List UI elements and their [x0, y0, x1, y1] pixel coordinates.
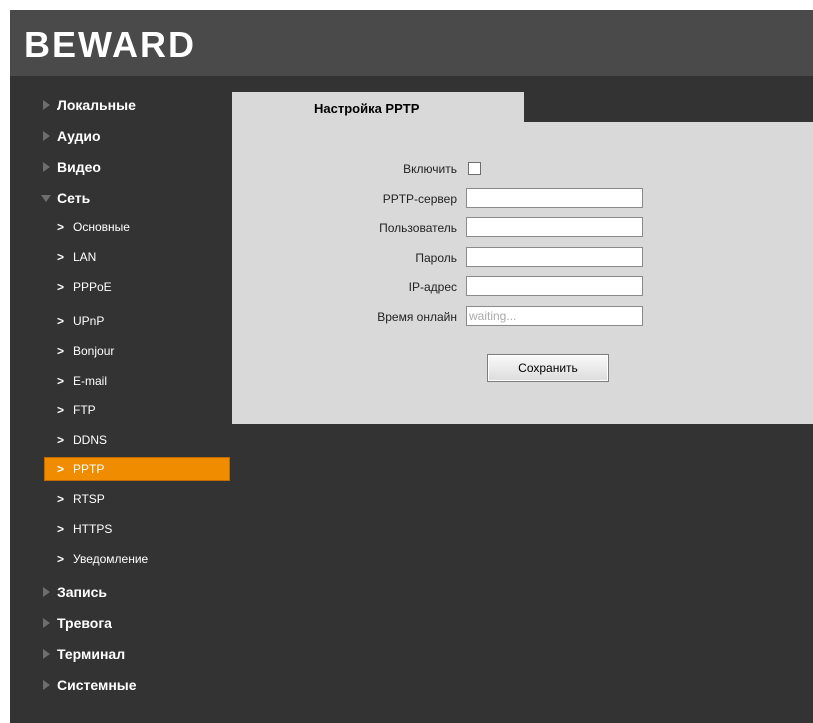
sidebar-item-label: FTP	[73, 403, 96, 417]
sidebar-item-lan[interactable]: > LAN	[44, 244, 230, 270]
menu-audio[interactable]: Аудио	[10, 123, 232, 149]
collapsed-arrow-icon	[43, 162, 50, 172]
menu-label: Сеть	[57, 190, 91, 206]
sidebar-item-pptp[interactable]: > PPTP	[44, 457, 230, 481]
expanded-arrow-icon	[41, 195, 51, 202]
collapsed-arrow-icon	[43, 587, 50, 597]
user-row: Пользователь	[232, 217, 813, 239]
chevron-right-icon: >	[57, 403, 65, 417]
sidebar-item-label: Основные	[73, 220, 130, 234]
online-time-label: Время онлайн	[377, 310, 457, 324]
collapsed-arrow-icon	[43, 649, 50, 659]
ip-input[interactable]	[466, 276, 643, 296]
menu-label: Тревога	[57, 615, 112, 631]
svg-text:BEWARD: BEWARD	[24, 24, 196, 65]
sidebar-item-label: DDNS	[73, 433, 108, 447]
server-row: PPTP-сервер	[232, 188, 813, 210]
ip-row: IP-адрес	[232, 276, 813, 298]
menu-record[interactable]: Запись	[10, 579, 232, 605]
app-window: BEWARD Локальные Аудио Видео Сеть > Осно…	[10, 10, 813, 723]
menu-label: Терминал	[57, 646, 126, 662]
user-input[interactable]	[466, 217, 643, 237]
password-input[interactable]	[466, 247, 643, 267]
collapsed-arrow-icon	[43, 680, 50, 690]
menu-system[interactable]: Системные	[10, 672, 232, 698]
menu-video[interactable]: Видео	[10, 154, 232, 180]
sidebar-item-email[interactable]: > E-mail	[44, 368, 230, 394]
sidebar-item-https[interactable]: > HTTPS	[44, 516, 230, 542]
tab-label: Настройка PPTP	[314, 101, 420, 116]
chevron-right-icon: >	[57, 552, 65, 566]
server-label: PPTP-сервер	[382, 192, 457, 206]
chevron-right-icon: >	[57, 280, 65, 294]
chevron-right-icon: >	[57, 433, 65, 447]
tab-pptp-settings[interactable]: Настройка PPTP	[232, 92, 524, 126]
menu-terminal[interactable]: Терминал	[10, 641, 232, 667]
server-input[interactable]	[466, 188, 643, 208]
sidebar-item-basic[interactable]: > Основные	[44, 214, 230, 240]
enable-checkbox[interactable]	[468, 162, 481, 175]
collapsed-arrow-icon	[43, 131, 50, 141]
sidebar-item-label: E-mail	[73, 374, 108, 388]
chevron-right-icon: >	[57, 250, 65, 264]
password-row: Пароль	[232, 247, 813, 269]
sidebar-item-pppoe[interactable]: > PPPoE	[44, 274, 230, 300]
enable-row: Включить	[232, 158, 813, 180]
header-bar: BEWARD	[10, 10, 813, 76]
chevron-right-icon: >	[57, 314, 65, 328]
sidebar-item-ftp[interactable]: > FTP	[44, 397, 230, 423]
beward-logo: BEWARD	[24, 14, 204, 70]
sidebar-item-ddns[interactable]: > DDNS	[44, 427, 230, 453]
collapsed-arrow-icon	[43, 618, 50, 628]
sidebar-item-label: UPnP	[73, 314, 105, 328]
chevron-right-icon: >	[57, 492, 65, 506]
menu-label: Запись	[57, 584, 108, 600]
sidebar-item-label: RTSP	[73, 492, 105, 506]
save-button[interactable]: Сохранить	[487, 354, 609, 382]
chevron-right-icon: >	[57, 220, 65, 234]
sidebar-item-rtsp[interactable]: > RTSP	[44, 486, 230, 512]
online-time-row: Время онлайн	[232, 306, 813, 328]
user-label: Пользователь	[379, 221, 457, 235]
chevron-right-icon: >	[57, 462, 65, 476]
sidebar-item-label: PPPoE	[73, 280, 112, 294]
chevron-right-icon: >	[57, 374, 65, 388]
ip-label: IP-адрес	[408, 280, 457, 294]
menu-label: Локальные	[57, 97, 136, 113]
menu-label: Аудио	[57, 128, 101, 144]
sidebar-item-upnp[interactable]: > UPnP	[44, 308, 230, 334]
collapsed-arrow-icon	[43, 100, 50, 110]
online-time-field	[466, 306, 643, 326]
chevron-right-icon: >	[57, 344, 65, 358]
sidebar-item-label: PPTP	[73, 462, 105, 476]
sidebar-item-notification[interactable]: > Уведомление	[44, 546, 230, 572]
chevron-right-icon: >	[57, 522, 65, 536]
sidebar-item-label: Bonjour	[73, 344, 115, 358]
sidebar-item-bonjour[interactable]: > Bonjour	[44, 338, 230, 364]
enable-label: Включить	[403, 162, 457, 176]
pptp-settings-panel: Включить PPTP-сервер Пользователь Пароль…	[232, 122, 813, 424]
menu-label: Системные	[57, 677, 137, 693]
menu-local[interactable]: Локальные	[10, 92, 232, 118]
menu-network[interactable]: Сеть	[10, 185, 232, 211]
menu-alarm[interactable]: Тревога	[10, 610, 232, 636]
sidebar-item-label: Уведомление	[73, 552, 149, 566]
sidebar-item-label: HTTPS	[73, 522, 113, 536]
password-label: Пароль	[415, 251, 457, 265]
menu-label: Видео	[57, 159, 101, 175]
sidebar-item-label: LAN	[73, 250, 97, 264]
